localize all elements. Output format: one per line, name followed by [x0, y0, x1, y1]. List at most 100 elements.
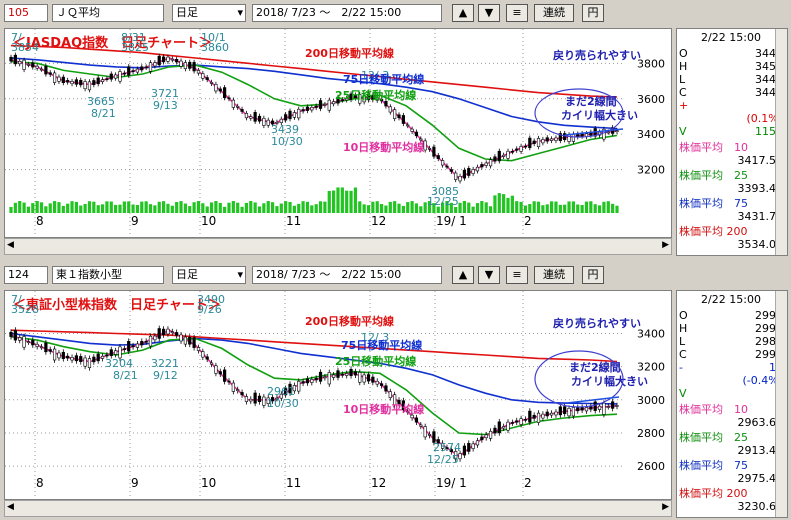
candle-body [52, 72, 57, 83]
period-value: 日足 [176, 6, 198, 19]
candle-body [227, 380, 231, 383]
candle-body [39, 346, 44, 349]
down-button[interactable]: ▼ [478, 266, 500, 284]
yen-button[interactable]: 円 [582, 4, 604, 22]
candle-body [345, 373, 349, 376]
yen-button[interactable]: 円 [582, 266, 604, 284]
candle-body [528, 410, 532, 423]
candle-body [493, 156, 497, 162]
candle-body [471, 169, 475, 174]
chart-panel-tse-small: 124 東１指数小型 日足 ▾ 2018/ 7/23 ～ 2/22 15:00 ▲… [0, 262, 791, 520]
candle-body [13, 54, 17, 65]
candle-body [244, 113, 249, 119]
candle-body [519, 418, 523, 425]
candle-body [144, 66, 148, 69]
period-select[interactable]: 日足 ▾ [172, 266, 246, 284]
series-line-3 [10, 329, 618, 458]
code-field[interactable]: 105 [4, 4, 48, 22]
candle-body [515, 148, 519, 151]
candle-body [318, 100, 323, 109]
date-range-field[interactable]: 2018/ 7/23 ～ 2/22 15:00 [252, 266, 442, 284]
candle-body [214, 84, 218, 92]
annotation-label: 9/13 [153, 99, 178, 112]
candle-body [310, 106, 314, 111]
vertical-scrollbar[interactable] [775, 291, 787, 517]
scroll-right-icon[interactable]: ▶ [662, 502, 669, 512]
candle-body [497, 150, 501, 162]
period-select[interactable]: 日足 ▾ [172, 4, 246, 22]
candle-body [593, 401, 597, 411]
candle-body [266, 119, 270, 126]
candle-body [584, 407, 589, 412]
candle-body [563, 406, 567, 415]
chart-label: まだ2線間 [565, 94, 617, 108]
candle-body [536, 138, 541, 147]
name-field[interactable]: ＪＱ平均 [52, 4, 164, 22]
candle-body [61, 351, 65, 359]
candle-body [384, 101, 388, 107]
candle-body [545, 137, 549, 142]
candle-body [148, 335, 153, 347]
candle-body [362, 374, 366, 383]
candle-body [26, 341, 31, 343]
candle-body [166, 328, 170, 335]
candle-body [183, 62, 187, 70]
period-value: 日足 [176, 268, 198, 281]
candle-body [183, 336, 187, 345]
down-button[interactable]: ▼ [478, 4, 500, 22]
candle-body [297, 380, 301, 392]
change-pct: (0.1%) [746, 112, 783, 125]
menu-button[interactable]: ≡ [506, 4, 528, 22]
chart-label: 戻り売られやすい [552, 48, 641, 62]
x-tick-label: 9 [131, 476, 139, 490]
x-tick-label: 2 [524, 476, 532, 490]
candle-body [135, 68, 140, 73]
candle-body [297, 108, 301, 119]
chart-label: 75日移動平均線 [341, 338, 422, 352]
candle-body [462, 445, 467, 456]
menu-button[interactable]: ≡ [506, 266, 528, 284]
candle-body [314, 377, 318, 381]
candle-body [74, 355, 78, 362]
date-range-field[interactable]: 2018/ 7/23 ～ 2/22 15:00 [252, 4, 442, 22]
quote-side-panel: 2/22 15:00 O2993 H2996 L2981 C2995 -11 (… [676, 290, 788, 518]
up-button[interactable]: ▲ [452, 4, 474, 22]
candle-body [567, 407, 571, 417]
chart-label: 25日移動平均線 [335, 88, 416, 102]
candle-body [506, 150, 510, 159]
candle-body [188, 336, 192, 345]
candle-body [606, 406, 610, 408]
scroll-left-icon[interactable]: ◀ [7, 502, 14, 512]
chart-label: 75日移動平均線 [343, 72, 424, 86]
x-tick-label: 8 [36, 476, 44, 490]
link-button[interactable]: 連続 [534, 4, 574, 22]
candle-body [419, 424, 423, 427]
candle-body [414, 417, 419, 423]
candle-body [611, 401, 615, 409]
candle-body [288, 110, 292, 120]
candle-body [157, 328, 161, 339]
link-button[interactable]: 連続 [534, 266, 574, 284]
ma200-value: 3230.68 [737, 500, 784, 513]
candle-body [201, 351, 205, 358]
candle-body [253, 392, 257, 404]
up-button[interactable]: ▲ [452, 266, 474, 284]
toolbar: 124 東１指数小型 日足 ▾ 2018/ 7/23 ～ 2/22 15:00 ▲… [0, 262, 791, 288]
code-field[interactable]: 124 [4, 266, 48, 284]
y-tick-label: 3600 [637, 93, 665, 106]
candle-body [74, 79, 78, 85]
y-tick-label: 2800 [637, 427, 665, 440]
candle-body [114, 74, 118, 79]
ma200-label: 株価平均 200 [679, 487, 748, 500]
scroll-right-icon[interactable]: ▶ [662, 240, 669, 250]
name-field[interactable]: 東１指数小型 [52, 266, 164, 284]
horizontal-scrollbar[interactable]: ◀ ▶ [4, 500, 672, 517]
candle-body [545, 411, 549, 417]
ma10-label: 株価平均 10 [679, 141, 748, 154]
candle-body [576, 407, 580, 412]
candle-body [122, 72, 126, 75]
vertical-scrollbar[interactable] [775, 29, 787, 255]
horizontal-scrollbar[interactable]: ◀ ▶ [4, 238, 672, 255]
candle-body [327, 99, 331, 111]
scroll-left-icon[interactable]: ◀ [7, 240, 14, 250]
